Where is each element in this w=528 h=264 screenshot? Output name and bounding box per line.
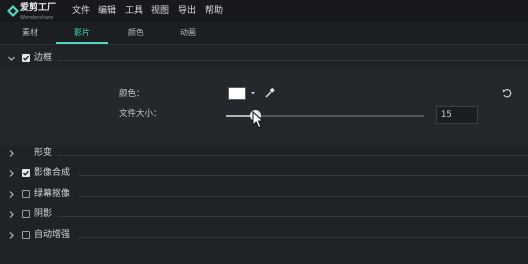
section-divider — [78, 237, 528, 238]
chevron-right-icon[interactable] — [7, 210, 16, 219]
auto-enhance-checkbox[interactable] — [22, 231, 30, 239]
section-chroma-key-label: 绿幕抠像 — [34, 189, 71, 199]
tab-media[interactable]: 素材 — [22, 28, 38, 38]
section-divider — [58, 216, 528, 217]
section-compositing-label: 影像合成 — [34, 168, 71, 178]
menu-help[interactable]: 帮助 — [205, 5, 223, 17]
menu-edit[interactable]: 编辑 — [98, 5, 116, 17]
menu-export[interactable]: 导出 — [178, 5, 196, 17]
section-shadow[interactable]: 阴影 — [0, 206, 528, 226]
mouse-cursor-icon — [252, 111, 265, 129]
section-divider — [78, 175, 528, 176]
color-label: 颜色： — [119, 89, 145, 99]
size-value-input[interactable] — [436, 106, 478, 124]
tab-animation[interactable]: 动画 — [180, 28, 196, 38]
section-divider — [58, 155, 528, 156]
section-divider — [78, 196, 528, 197]
reset-icon[interactable] — [501, 87, 513, 99]
dropdown-arrow-icon[interactable] — [249, 88, 257, 98]
active-tab-indicator — [56, 42, 108, 44]
section-border-label: 边框 — [34, 53, 53, 63]
app-name: 爱剪工厂 — [20, 3, 57, 13]
border-color-swatch[interactable] — [228, 87, 246, 100]
menu-tools[interactable]: 工具 — [125, 5, 143, 17]
size-label: 文件大小： — [119, 109, 162, 119]
chevron-right-icon[interactable] — [7, 149, 16, 158]
section-transform-label: 形变 — [34, 148, 53, 158]
section-chroma-key[interactable]: 绿幕抠像 — [0, 186, 528, 206]
section-auto-enhance-label: 自动增强 — [34, 230, 71, 240]
chevron-right-icon[interactable] — [7, 190, 16, 199]
app-logo-icon — [7, 5, 19, 17]
tab-video[interactable]: 影片 — [74, 28, 90, 38]
chevron-right-icon[interactable] — [7, 231, 16, 240]
menu-view[interactable]: 视图 — [151, 5, 169, 17]
shadow-checkbox[interactable] — [22, 210, 30, 218]
menu-file[interactable]: 文件 — [72, 5, 90, 17]
chroma-key-checkbox[interactable] — [22, 190, 30, 198]
chevron-down-icon[interactable] — [7, 54, 16, 63]
compositing-checkbox[interactable] — [22, 169, 30, 177]
section-transform[interactable]: 形变 — [0, 145, 528, 165]
eyedropper-icon[interactable] — [264, 87, 276, 99]
border-checkbox[interactable] — [22, 54, 30, 62]
tab-color[interactable]: 颜色 — [128, 28, 144, 38]
section-divider — [58, 60, 528, 61]
menu-bar: 爱剪工厂 Wondershare 文件 编辑 工具 视图 导出 帮助 — [0, 0, 528, 22]
app-brand: 爱剪工厂 Wondershare — [20, 3, 56, 23]
section-auto-enhance[interactable]: 自动增强 — [0, 227, 528, 247]
section-compositing[interactable]: 影像合成 — [0, 165, 528, 185]
tab-bar: 素材 影片 颜色 动画 — [0, 22, 528, 45]
section-shadow-label: 阴影 — [34, 209, 53, 219]
chevron-right-icon[interactable] — [7, 169, 16, 178]
section-border[interactable]: 边框 — [0, 50, 528, 70]
